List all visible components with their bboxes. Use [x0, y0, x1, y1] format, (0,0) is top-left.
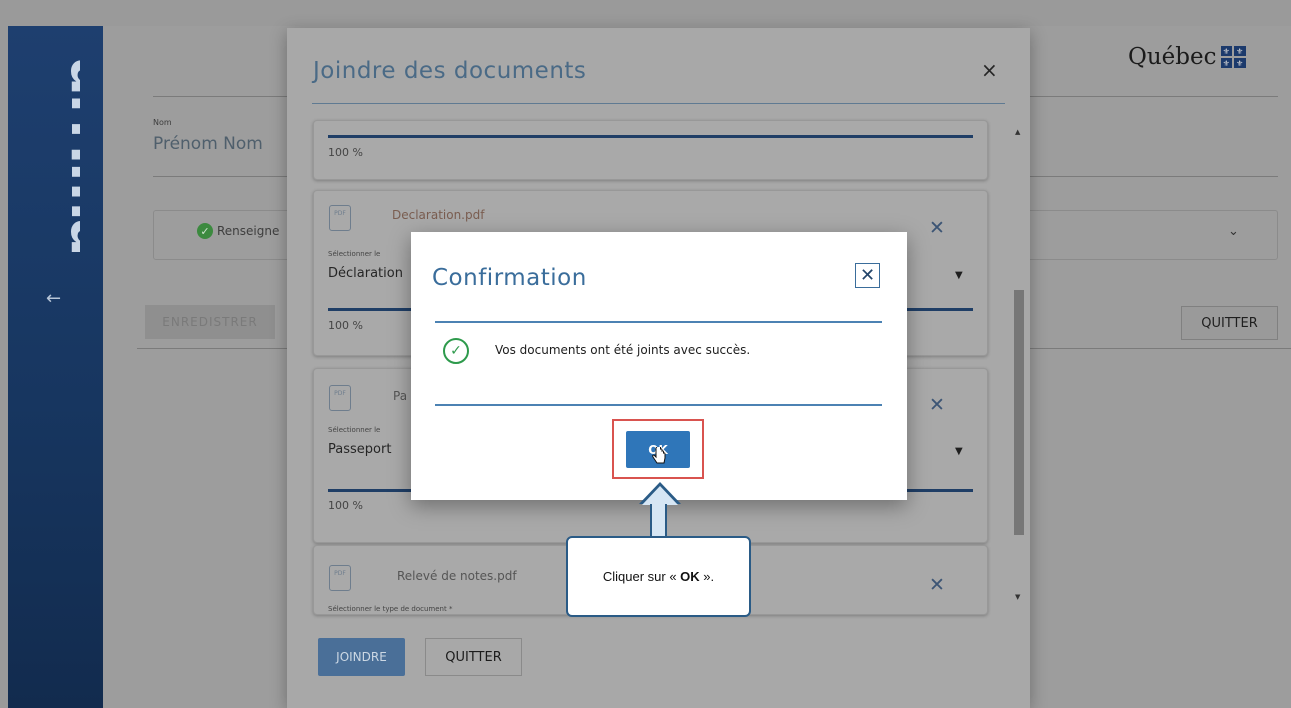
divider	[435, 404, 882, 406]
scrollbar[interactable]: ▲ ▼	[1010, 128, 1028, 608]
quit-button[interactable]: QUITTER	[1181, 306, 1278, 340]
confirmation-dialog: Confirmation ✕ ✓ Vos documents ont été j…	[411, 232, 907, 500]
dropdown-caret-icon[interactable]: ▼	[955, 270, 963, 281]
file-name: Declaration.pdf	[392, 208, 485, 222]
status-badge: ✓ Renseigne	[197, 223, 279, 239]
instruction-callout: Cliquer sur « OK ».	[566, 536, 751, 617]
chevron-down-icon[interactable]: ⌄	[1228, 224, 1239, 239]
document-type-label: Sélectionner le type de document *	[328, 605, 453, 613]
quebec-flag-icon: ⚜ ⚜ ⚜ ⚜	[1220, 46, 1246, 68]
scroll-thumb[interactable]	[1014, 290, 1024, 535]
success-check-icon: ✓	[443, 338, 469, 364]
hand-pointer-icon	[652, 447, 666, 464]
remove-document-icon[interactable]: ✕	[929, 574, 945, 596]
file-name: Relevé de notes.pdf	[397, 569, 517, 583]
join-button[interactable]: JOINDRE	[318, 638, 405, 676]
progress-text: 100 %	[328, 499, 363, 512]
callout-text: Cliquer sur «	[602, 569, 681, 584]
scroll-up-icon[interactable]: ▲	[1015, 128, 1020, 136]
callout-text-end: ».	[699, 569, 715, 584]
divider	[435, 321, 882, 323]
confirmation-message: Vos documents ont été joints avec succès…	[495, 343, 751, 357]
quebec-logo: Québec ⚜ ⚜ ⚜ ⚜	[1128, 44, 1246, 70]
gov-name: Québec	[1128, 44, 1217, 70]
progress-text: 100 %	[328, 146, 363, 159]
dialog-title: Joindre des documents	[313, 58, 587, 84]
svg-text:arrima: arrima	[58, 58, 80, 254]
pdf-file-icon: PDF	[329, 565, 351, 591]
name-value: Prénom Nom	[153, 134, 263, 154]
upload-progress-bar	[328, 135, 973, 138]
pdf-file-icon: PDF	[329, 205, 351, 231]
close-icon[interactable]: ×	[981, 58, 998, 82]
remove-document-icon[interactable]: ✕	[929, 394, 945, 416]
document-type-label: Sélectionner le	[328, 250, 381, 258]
callout-text-bold: OK	[680, 569, 700, 584]
save-button[interactable]: ENREDISTRER	[145, 305, 275, 339]
remove-document-icon[interactable]: ✕	[929, 217, 945, 239]
dropdown-caret-icon[interactable]: ▼	[955, 446, 963, 457]
check-circle-icon: ✓	[197, 223, 213, 239]
confirmation-title: Confirmation	[432, 265, 587, 291]
document-card: 100 %	[313, 120, 988, 180]
pdf-file-icon: PDF	[329, 385, 351, 411]
document-type-select[interactable]: Déclaration	[328, 266, 403, 281]
document-type-select[interactable]: Passeport	[328, 442, 391, 457]
callout-pointer-inner	[642, 486, 678, 505]
scroll-down-icon[interactable]: ▼	[1015, 593, 1020, 601]
file-name: Pa	[393, 389, 408, 403]
arrow-left-icon[interactable]: ←	[46, 288, 61, 309]
name-label: Nom	[153, 118, 172, 127]
document-type-label: Sélectionner le	[328, 426, 381, 434]
close-icon[interactable]: ✕	[855, 263, 880, 288]
brand-sidebar: arrima ←	[8, 26, 103, 708]
divider	[312, 103, 1005, 104]
quit-dialog-button[interactable]: QUITTER	[425, 638, 522, 676]
callout-stem	[650, 504, 667, 538]
status-text: Renseigne	[217, 224, 280, 238]
arrima-logo: arrima	[58, 58, 80, 254]
progress-text: 100 %	[328, 319, 363, 332]
